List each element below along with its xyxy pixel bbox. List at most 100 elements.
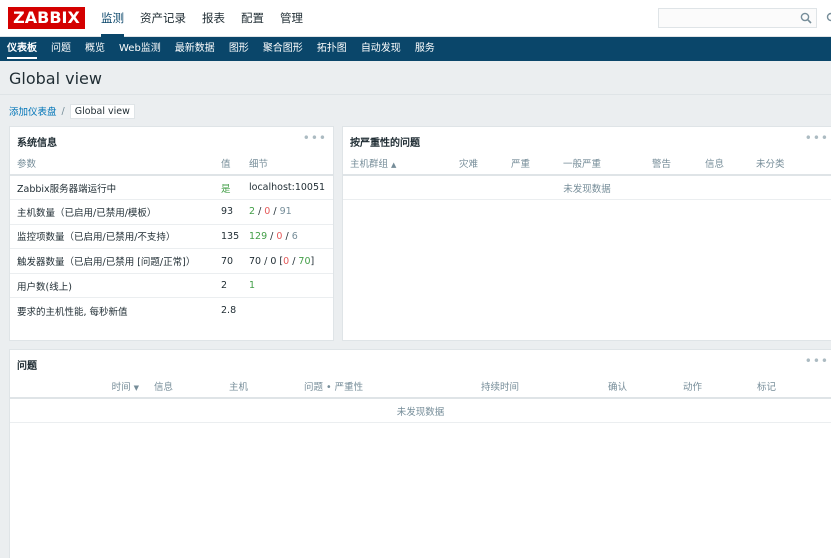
value-cell: 2.8: [221, 305, 237, 317]
sort-asc-icon: ▲: [391, 160, 397, 169]
unsupported-count: 6: [291, 230, 298, 242]
detail-cell: 70 / 0 [0 / 70]: [242, 248, 333, 274]
detail-cell: localhost:10051: [242, 175, 333, 201]
breadcrumb-separator: /: [61, 105, 65, 117]
param-cell: 主机数量（已启用/已禁用/模板）: [10, 199, 214, 225]
column-header: 灾难: [452, 151, 504, 176]
submenu-problems[interactable]: 问题: [44, 37, 78, 61]
more-icon[interactable]: •••: [805, 354, 829, 368]
column-header: 动作: [676, 374, 750, 399]
widget-title: 问题: [17, 361, 37, 372]
value-cell: 是: [214, 175, 242, 201]
more-icon[interactable]: •••: [805, 131, 829, 145]
widget-title: 按严重性的问题: [350, 138, 420, 149]
system-info-widget: 系统信息 ••• 参数 值 细节 Zabbix服务器端运行中 是 localho…: [9, 126, 334, 341]
column-header: 标记: [750, 374, 831, 399]
disabled-count: 0: [270, 255, 277, 267]
column-header: 确认: [601, 374, 676, 399]
submenu-latest-data[interactable]: 最新数据: [168, 37, 222, 61]
value-cell: 135: [214, 224, 242, 250]
enabled-count: 70: [249, 255, 262, 267]
column-header: 参数: [10, 151, 214, 176]
system-info-table: 参数 值 细节 Zabbix服务器端运行中 是 localhost:10051 …: [10, 151, 333, 323]
menu-administration[interactable]: 管理: [272, 0, 311, 37]
detail-cell: 129 / 0 / 6: [242, 224, 333, 250]
submenu-overview[interactable]: 概览: [78, 37, 112, 61]
column-header: 严重: [504, 151, 556, 176]
column-header: 主机: [222, 374, 297, 399]
no-data-message: 未发现数据: [10, 398, 831, 424]
detail-cell: [242, 298, 333, 323]
column-header: 警告: [645, 151, 698, 176]
enabled-count: 2: [249, 206, 256, 218]
submenu-services[interactable]: 服务: [408, 37, 442, 61]
table-row: 主机数量（已启用/已禁用/模板） 93 2 / 0 / 91: [10, 199, 333, 225]
disabled-count: 0: [276, 230, 283, 242]
value-cell: 2: [214, 273, 242, 299]
disabled-count: 0: [264, 206, 271, 218]
table-row: 要求的主机性能, 每秒新值 2.8: [10, 298, 333, 323]
top-bar: ZABBIX 监测 资产记录 报表 配置 管理: [0, 0, 831, 37]
column-header-host-group[interactable]: 主机群组 ▲: [343, 151, 452, 176]
menu-reports[interactable]: 报表: [194, 0, 233, 37]
main-menu: 监测 资产记录 报表 配置 管理: [93, 0, 311, 37]
table-row: 未发现数据: [343, 175, 831, 201]
submenu-screens[interactable]: 聚合图形: [256, 37, 310, 61]
problems-table: 时间 ▼ 信息 主机 问题 • 严重性 持续时间 确认 动作 标记 未发现数据: [10, 374, 831, 424]
table-row: 用户数(线上) 2 1: [10, 273, 333, 299]
zabbix-logo[interactable]: ZABBIX: [8, 7, 85, 29]
sort-desc-icon: ▼: [133, 383, 139, 392]
param-cell: Zabbix服务器端运行中: [10, 175, 214, 201]
table-row: Zabbix服务器端运行中 是 localhost:10051: [10, 175, 333, 201]
problem-count: 0: [283, 255, 290, 267]
column-header: 值: [214, 151, 242, 176]
submenu-graphs[interactable]: 图形: [222, 37, 256, 61]
widget-header: 系统信息 •••: [10, 127, 333, 151]
widget-title: 系统信息: [17, 138, 57, 149]
detail-cell: 1: [242, 273, 333, 299]
problems-by-severity-widget: 按严重性的问题 ••• 主机群组 ▲ 灾难 严重 一般严重 警告 信息 未分类 …: [342, 126, 831, 341]
column-header: 信息: [698, 151, 749, 176]
enabled-count: 129: [249, 230, 268, 242]
param-cell: 监控项数量（已启用/已禁用/不支持）: [10, 224, 214, 250]
column-header-time[interactable]: 时间 ▼: [10, 374, 147, 399]
search-icon[interactable]: [800, 12, 812, 24]
widget-header: 按严重性的问题 •••: [343, 127, 831, 151]
severity-table: 主机群组 ▲ 灾难 严重 一般严重 警告 信息 未分类 未发现数据: [343, 151, 831, 201]
value-cell: 93: [214, 199, 242, 225]
page-title: Global view: [9, 69, 102, 88]
menu-monitoring[interactable]: 监测: [93, 0, 132, 37]
widget-header: 问题 •••: [10, 350, 831, 374]
column-header: 问题 • 严重性: [297, 374, 474, 399]
param-cell: 用户数(线上): [10, 273, 214, 299]
table-row: 触发器数量（已启用/已禁用 [问题/正常]） 70 70 / 0 [0 / 70…: [10, 248, 333, 274]
submenu-web[interactable]: Web监测: [112, 37, 168, 61]
submenu-discovery[interactable]: 自动发现: [354, 37, 408, 61]
column-header: 持续时间: [474, 374, 601, 399]
table-header-row: 时间 ▼ 信息 主机 问题 • 严重性 持续时间 确认 动作 标记: [10, 374, 831, 399]
table-row: 未发现数据: [10, 398, 831, 424]
menu-configuration[interactable]: 配置: [233, 0, 272, 37]
column-header: 未分类: [749, 151, 831, 176]
column-header: 一般严重: [556, 151, 645, 176]
table-header-row: 主机群组 ▲ 灾难 严重 一般严重 警告 信息 未分类: [343, 151, 831, 176]
param-cell: 触发器数量（已启用/已禁用 [问题/正常]）: [10, 248, 214, 274]
settings-icon[interactable]: [826, 11, 831, 23]
more-icon[interactable]: •••: [303, 131, 327, 145]
title-divider: [0, 94, 831, 95]
table-row: 监控项数量（已启用/已禁用/不支持） 135 129 / 0 / 6: [10, 224, 333, 250]
search-input[interactable]: [658, 8, 817, 28]
template-count: 91: [279, 206, 292, 218]
submenu-maps[interactable]: 拓扑图: [310, 37, 354, 61]
column-header: 信息: [147, 374, 222, 399]
no-data-message: 未发现数据: [343, 175, 831, 201]
submenu-dashboard[interactable]: 仪表板: [0, 37, 44, 61]
menu-inventory[interactable]: 资产记录: [132, 0, 194, 37]
breadcrumb-current[interactable]: Global view: [69, 103, 135, 119]
sub-menu: 仪表板 问题 概览 Web监测 最新数据 图形 聚合图形 拓扑图 自动发现 服务: [0, 37, 831, 61]
detail-cell: 2 / 0 / 91: [242, 199, 333, 225]
problems-widget: 问题 ••• 时间 ▼ 信息 主机 问题 • 严重性 持续时间 确认 动作 标记…: [9, 349, 831, 558]
column-header: 细节: [242, 151, 333, 176]
value-cell: 70: [214, 248, 242, 274]
breadcrumb-dashboards-link[interactable]: 添加仪表盘: [9, 104, 57, 118]
